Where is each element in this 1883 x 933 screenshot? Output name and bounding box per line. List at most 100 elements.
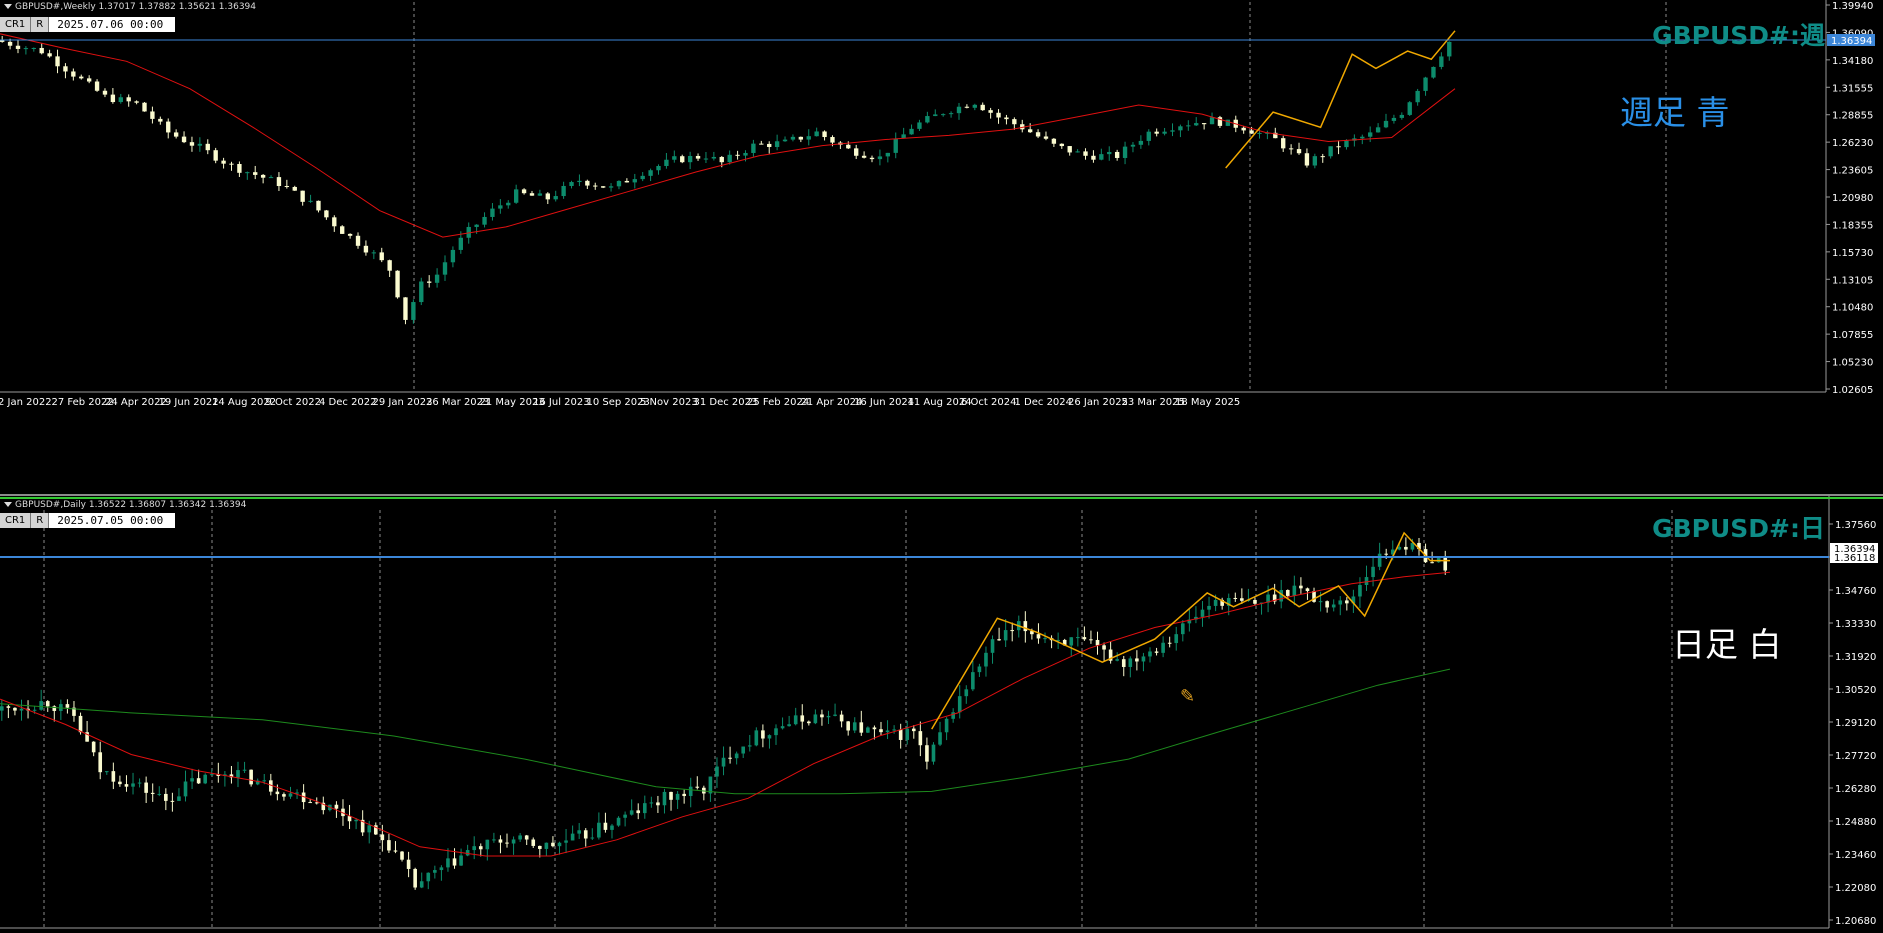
candle-body — [411, 302, 416, 320]
candle-body — [909, 128, 914, 135]
weekly-datetime[interactable]: 2025.07.06 00:00 — [49, 17, 176, 32]
candle-body — [1154, 651, 1159, 653]
daily-cr-button[interactable]: CR1 — [0, 513, 32, 528]
chevron-down-icon[interactable] — [4, 502, 12, 507]
daily-datetime[interactable]: 2025.07.05 00:00 — [49, 513, 176, 528]
candle-body — [164, 793, 168, 801]
candle-body — [664, 159, 669, 166]
candle-body — [1391, 117, 1397, 121]
candle-body — [1003, 630, 1008, 641]
candle-body — [688, 786, 693, 797]
date-tick-label: 16 Jul 2023 — [533, 397, 590, 408]
candle-body — [387, 840, 391, 851]
candle-body — [761, 730, 765, 739]
price-tick-label: 1.13105 — [1832, 275, 1873, 286]
candle-body — [616, 817, 621, 826]
candle-body — [774, 728, 778, 736]
pencil-cursor-icon: ✎ — [1180, 686, 1196, 707]
candle-body — [1375, 127, 1381, 133]
candle-body — [426, 872, 431, 882]
candle-body — [715, 766, 719, 777]
candle-body — [971, 672, 975, 690]
candle-body — [39, 701, 43, 710]
price-tick-label: 1.29120 — [1835, 718, 1876, 729]
candle-body — [1399, 114, 1404, 118]
daily-r-button[interactable]: R — [31, 513, 50, 528]
candle-body — [814, 131, 819, 137]
candle-body — [642, 803, 647, 814]
candle-body — [593, 185, 598, 187]
candle-body — [751, 143, 756, 153]
candle-body — [276, 177, 282, 187]
price-tick-label: 1.05230 — [1832, 358, 1873, 369]
price-tick-label: 1.33330 — [1835, 619, 1876, 630]
weekly-r-button[interactable]: R — [31, 17, 50, 32]
candle-body — [597, 822, 601, 838]
candle-body — [988, 110, 993, 113]
candle-body — [833, 714, 837, 716]
candle-body — [807, 721, 811, 724]
candle-body — [1344, 140, 1349, 148]
candle-body — [1107, 151, 1112, 155]
candle-body — [682, 793, 686, 797]
price-tick-label: 1.20980 — [1832, 193, 1873, 204]
candle-body — [1383, 120, 1389, 128]
candle-body — [1010, 630, 1015, 632]
candle-body — [367, 825, 372, 833]
candle-body — [1102, 645, 1106, 650]
candle-body — [1148, 651, 1152, 657]
candle-body — [1253, 599, 1257, 604]
candle-body — [885, 730, 890, 733]
date-tick-label: 4 Dec 2022 — [319, 397, 377, 408]
candle-body — [1128, 658, 1133, 667]
candle-body — [189, 142, 195, 146]
date-tick-label: 16 Jun 2024 — [854, 397, 914, 408]
weekly-chart-pane[interactable]: 2 Jan 2022 27 Feb 2022 24 Apr 2022 19 Jun 2… — [0, 0, 1883, 496]
candle-body — [747, 745, 752, 747]
candle-body — [379, 252, 384, 261]
daily-symbol-label: GBPUSD#:日 — [1652, 514, 1825, 543]
candle-body — [1328, 146, 1333, 157]
candle-body — [608, 186, 614, 188]
candle-body — [260, 174, 266, 178]
candle-body — [183, 781, 188, 797]
candle-body — [1036, 634, 1041, 639]
candle-body — [656, 165, 661, 171]
candle-body — [1141, 656, 1146, 662]
candle-body — [790, 136, 796, 140]
candle-body — [78, 715, 83, 733]
candle-body — [759, 143, 764, 145]
candle-body — [452, 858, 457, 866]
candle-body — [511, 839, 516, 844]
candle-body — [839, 714, 844, 722]
candle-body — [1201, 123, 1207, 125]
candle-body — [1091, 155, 1096, 160]
candle-body — [31, 47, 36, 49]
candle-body — [229, 163, 234, 165]
price-tick-label: 1.20680 — [1835, 916, 1876, 927]
candle-body — [1035, 132, 1041, 137]
date-tick-label: 9 Oct 2022 — [266, 397, 321, 408]
current-price-label: 1.36394 — [1831, 36, 1872, 47]
price-tick-label: 1.39940 — [1832, 1, 1873, 12]
candle-body — [798, 136, 804, 140]
candle-body — [680, 156, 685, 163]
weekly-cr-button[interactable]: CR1 — [0, 17, 32, 32]
candle-body — [822, 131, 827, 138]
candle-body — [393, 850, 398, 852]
weekly-symbol-label: GBPUSD#:週 — [1652, 21, 1825, 50]
candle-body — [110, 94, 116, 103]
chevron-down-icon[interactable] — [4, 4, 12, 9]
candle-body — [1325, 601, 1329, 608]
candle-body — [197, 143, 203, 146]
candle-body — [144, 782, 148, 793]
weekly-chart-canvas[interactable]: 2 Jan 2022 27 Feb 202224 Apr 202219 Jun 2… — [0, 0, 1883, 496]
candle-body — [1114, 151, 1120, 158]
candle-body — [1336, 146, 1341, 148]
candle-body — [395, 270, 400, 298]
candle-body — [1431, 66, 1436, 78]
daily-chart-pane[interactable]: 15 Oct 20245 Nov 202415 Nov 202427 Nov 2… — [0, 496, 1883, 933]
candle-body — [877, 156, 883, 160]
daily-chart-canvas[interactable]: 15 Oct 20245 Nov 202415 Nov 202427 Nov 2… — [0, 496, 1883, 933]
price-tick-label: 1.07855 — [1832, 330, 1873, 341]
